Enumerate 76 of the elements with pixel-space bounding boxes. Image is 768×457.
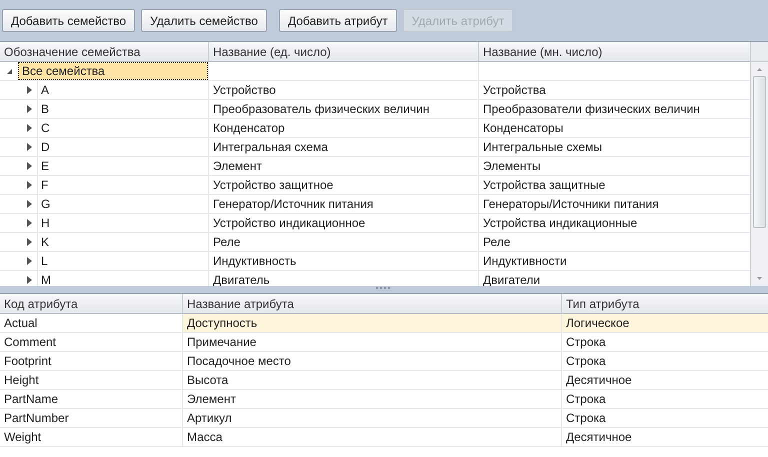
table-cell[interactable]: Элемент [183, 390, 562, 408]
splitter-grip-icon[interactable] [376, 286, 390, 290]
table-cell[interactable]: Weight [0, 428, 183, 446]
table-cell-text: Элементы [483, 158, 541, 175]
tree-cell[interactable]: C [38, 119, 208, 137]
table-cell[interactable]: Высота [183, 371, 562, 389]
table-cell[interactable]: Масса [183, 428, 562, 446]
table-cell-text: Генераторы/Источники питания [483, 196, 659, 213]
expand-arrow-icon[interactable] [27, 219, 32, 227]
table-cell[interactable]: PartNumber [0, 409, 183, 427]
table-cell-text: Устройства индикационные [483, 215, 638, 232]
table-cell[interactable]: Строка [562, 352, 768, 370]
tree-cell[interactable]: B [38, 100, 208, 118]
column-header[interactable]: Тип атрибута [562, 294, 768, 313]
table-cell-text: Преобразователи физических величин [483, 101, 700, 118]
tree-cell[interactable]: Все семейства [18, 62, 208, 80]
table-cell-text: Конденсаторы [483, 120, 564, 137]
expand-arrow-icon[interactable] [27, 200, 32, 208]
table-cell-text: Реле [483, 234, 510, 251]
expand-arrow-icon[interactable] [27, 181, 32, 189]
toolbar-button[interactable]: Удалить семейство [141, 9, 267, 32]
expand-arrow-icon[interactable] [27, 143, 32, 151]
table-cell[interactable]: Строка [562, 390, 768, 408]
expand-arrow-icon[interactable] [27, 238, 32, 246]
table-cell[interactable]: Посадочное место [183, 352, 562, 370]
expand-arrow-icon[interactable] [27, 105, 32, 113]
table-cell-text: Индуктивности [483, 253, 567, 270]
table-cell[interactable]: Доступность [183, 314, 562, 332]
tree-cell[interactable]: K [38, 233, 208, 251]
tree-cell[interactable]: M [38, 271, 208, 286]
table-cell-text: Конденсатор [213, 120, 285, 137]
table-cell-text: Устройства защитные [483, 177, 606, 194]
table-cell[interactable]: Примечание [183, 333, 562, 351]
toolbar-button[interactable]: Добавить семейство [2, 9, 136, 32]
tree-cell[interactable]: F [38, 176, 208, 194]
table-cell[interactable]: Строка [562, 333, 768, 351]
tree-cell[interactable]: G [38, 195, 208, 213]
table-cell[interactable]: PartName [0, 390, 183, 408]
scrollbar-thumb[interactable] [753, 76, 766, 228]
tree-cell[interactable]: D [38, 138, 208, 156]
collapse-arrow-icon[interactable] [6, 68, 12, 74]
table-cell-text: Интегральные схемы [483, 139, 602, 156]
table-cell[interactable]: Артикул [183, 409, 562, 427]
table-cell-text: Устройство защитное [213, 177, 334, 194]
table-cell-text: Устройства [483, 82, 546, 99]
column-header[interactable]: Название атрибута [183, 294, 562, 313]
expand-arrow-icon[interactable] [27, 257, 32, 265]
vertical-scrollbar[interactable] [750, 42, 768, 286]
column-header[interactable]: Название (мн. число) [479, 42, 750, 61]
table-cell-text: Индуктивность [213, 253, 296, 270]
table-cell-text: Генератор/Источник питания [213, 196, 374, 213]
table-cell[interactable]: Десятичное [562, 428, 768, 446]
table-cell-text: Элемент [213, 158, 262, 175]
table-cell[interactable]: Десятичное [562, 371, 768, 389]
table-cell-text: Реле [213, 234, 240, 251]
expand-arrow-icon[interactable] [27, 276, 32, 284]
toolbar-button[interactable]: Добавить атрибут [278, 9, 397, 32]
column-header[interactable]: Обозначение семейства [0, 42, 209, 61]
table-cell[interactable]: Строка [562, 409, 768, 427]
table-cell[interactable]: Логическое [562, 314, 768, 332]
tree-cell[interactable]: A [38, 81, 208, 99]
tree-cell[interactable]: L [38, 252, 208, 270]
expand-arrow-icon[interactable] [27, 162, 32, 170]
table-cell[interactable]: Footprint [0, 352, 183, 370]
table-cell-text: Интегральная схема [213, 139, 328, 156]
table-cell-text: Устройство [213, 82, 276, 99]
expand-arrow-icon[interactable] [27, 124, 32, 132]
tree-cell[interactable]: E [38, 157, 208, 175]
table-cell-text: Преобразователь физических величин [213, 101, 430, 118]
column-header[interactable]: Название (ед. число) [209, 42, 479, 61]
table-cell-text: Устройство индикационное [213, 215, 366, 232]
tree-cell[interactable]: H [38, 214, 208, 232]
expand-arrow-icon[interactable] [27, 86, 32, 94]
table-cell[interactable]: Height [0, 371, 183, 389]
column-header[interactable]: Код атрибута [0, 294, 183, 313]
table-cell[interactable]: Comment [0, 333, 183, 351]
